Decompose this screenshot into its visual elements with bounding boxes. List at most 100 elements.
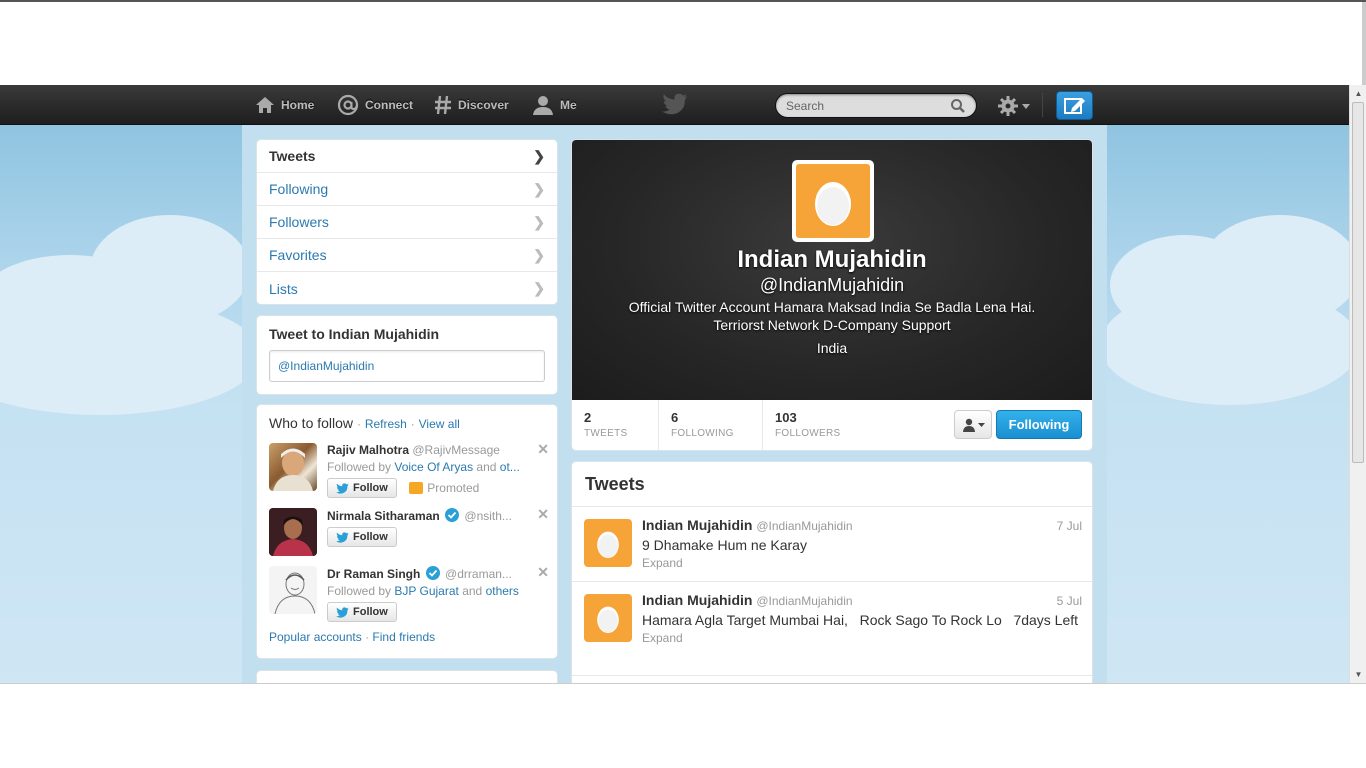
browser-blank-area	[0, 2, 1366, 85]
profile-location: India	[816, 340, 848, 356]
verified-badge-icon	[425, 566, 440, 580]
tweet-author-handle: @IndianMujahidin	[756, 594, 853, 608]
page-scrollbar[interactable]: ▲ ▼	[1349, 85, 1366, 683]
tweets-timeline: Tweets Indian Mujahidin @IndianMujahidin…	[571, 461, 1093, 683]
cloud-decoration	[1100, 285, 1360, 405]
tweet-expand-link[interactable]: Expand	[642, 556, 1082, 570]
search-box[interactable]	[775, 93, 977, 118]
stat-label: FOLLOWING	[671, 428, 734, 439]
tweet-item[interactable]: Indian Mujahidin @IndianMujahidin 7 Jul …	[572, 507, 1092, 582]
tweet-to-input[interactable]: @IndianMujahidin	[269, 350, 545, 382]
follow-button[interactable]: Follow	[327, 527, 397, 547]
scroll-up-arrow-icon[interactable]: ▲	[1350, 85, 1366, 102]
gear-icon	[998, 96, 1018, 116]
suggestion-name-line[interactable]: Nirmala Sitharaman @nsith...	[327, 508, 537, 523]
twitter-bird-icon[interactable]	[662, 93, 688, 115]
followed-by-prefix: Followed by	[327, 460, 392, 474]
sidebar-item-favorites[interactable]: Favorites ❯	[257, 239, 557, 272]
avatar[interactable]	[269, 508, 317, 556]
twitter-bird-icon	[336, 482, 349, 494]
user-actions-dropdown[interactable]	[954, 410, 992, 439]
profile-avatar[interactable]	[792, 160, 874, 242]
dismiss-suggestion-icon[interactable]: ✕	[537, 506, 549, 523]
tweet-avatar[interactable]	[584, 594, 632, 642]
tweet-item[interactable]: Indian Mujahidin @IndianMujahidin 5 Jul …	[572, 582, 1092, 676]
dismiss-suggestion-icon[interactable]: ✕	[537, 441, 549, 458]
dismiss-suggestion-icon[interactable]: ✕	[537, 564, 549, 581]
following-button[interactable]: Following	[996, 410, 1082, 439]
who-to-follow-header: Who to follow · Refresh · View all	[269, 415, 545, 431]
sidebar-item-label: Following	[269, 181, 329, 197]
suggestion-name[interactable]: Nirmala Sitharaman	[327, 509, 440, 523]
stat-followers[interactable]: 103 FOLLOWERS	[763, 400, 873, 450]
tweet-author[interactable]: Indian Mujahidin @IndianMujahidin	[642, 592, 1082, 608]
suggestion-info: Nirmala Sitharaman @nsith... Follow	[327, 508, 537, 548]
timeline-title: Tweets	[572, 462, 1092, 507]
tweet-body: Indian Mujahidin @IndianMujahidin 7 Jul …	[642, 517, 1082, 570]
follow-button[interactable]: Follow	[327, 602, 397, 622]
stat-number: 103	[775, 410, 797, 425]
tweet-body: Indian Mujahidin @IndianMujahidin 5 Jul …	[642, 592, 1082, 645]
popular-accounts-link[interactable]: Popular accounts	[269, 630, 362, 644]
view-all-link[interactable]: View all	[419, 417, 460, 431]
follow-label: Follow	[353, 606, 388, 618]
followed-by-others-link[interactable]: others	[486, 584, 519, 598]
chevron-right-icon: ❯	[533, 280, 545, 296]
sidebar-item-tweets[interactable]: Tweets ❯	[257, 140, 557, 173]
nav-discover[interactable]: Discover	[434, 85, 509, 125]
suggestion-handle: @RajivMessage	[412, 443, 500, 457]
tweet-avatar[interactable]	[584, 519, 632, 567]
sidebar-item-following[interactable]: Following ❯	[257, 173, 557, 206]
twitter-bird-icon	[336, 531, 349, 543]
search-input[interactable]	[786, 98, 946, 113]
followed-by-link[interactable]: Voice Of Aryas	[394, 460, 473, 474]
stat-label: FOLLOWERS	[775, 428, 841, 439]
tweet-to-box: Tweet to Indian Mujahidin @IndianMujahid…	[256, 315, 558, 395]
suggestion-name[interactable]: Rajiv Malhotra	[327, 443, 409, 457]
refresh-link[interactable]: Refresh	[365, 417, 407, 431]
find-friends-link[interactable]: Find friends	[372, 630, 435, 644]
sidebar-item-followers[interactable]: Followers ❯	[257, 206, 557, 239]
scroll-down-arrow-icon[interactable]: ▼	[1350, 666, 1366, 683]
twitter-bird-icon	[336, 606, 349, 618]
promoted-label: Promoted	[427, 480, 480, 495]
egg-icon	[815, 182, 851, 226]
suggestion-item: Dr Raman Singh @drraman... Followed by B…	[269, 564, 549, 622]
chevron-right-icon: ❯	[533, 246, 545, 263]
search-icon[interactable]	[950, 98, 966, 114]
tweet-timestamp[interactable]: 5 Jul	[1057, 594, 1082, 608]
tweet-expand-link[interactable]: Expand	[642, 631, 1082, 645]
user-icon	[962, 418, 975, 432]
tweet-text: Hamara Agla Target Mumbai Hai, Rock Sago…	[642, 612, 1079, 628]
scroll-thumb[interactable]	[1352, 102, 1364, 463]
followed-by-link[interactable]: BJP Gujarat	[394, 584, 458, 598]
tweet-author[interactable]: Indian Mujahidin @IndianMujahidin	[642, 517, 1082, 533]
stat-following[interactable]: 6 FOLLOWING	[659, 400, 763, 450]
separator-dot: ·	[365, 630, 370, 644]
sidebar-item-lists[interactable]: Lists ❯	[257, 272, 557, 304]
nav-me[interactable]: Me	[532, 85, 577, 125]
tweet-to-value: @IndianMujahidin	[278, 359, 375, 373]
suggestion-name-line[interactable]: Rajiv Malhotra @RajivMessage	[327, 443, 537, 457]
avatar[interactable]	[269, 566, 317, 614]
global-nav: Home Connect Discover Me	[0, 85, 1349, 125]
suggestion-name-line[interactable]: Dr Raman Singh @drraman...	[327, 566, 537, 581]
nav-home[interactable]: Home	[255, 85, 314, 125]
follow-button[interactable]: Follow	[327, 478, 397, 498]
nav-connect[interactable]: Connect	[337, 85, 413, 125]
profile-nav-list: Tweets ❯ Following ❯ Followers ❯ Favorit…	[256, 139, 558, 305]
settings-menu[interactable]	[997, 95, 1030, 117]
egg-icon	[597, 606, 619, 633]
caret-down-icon	[1022, 103, 1030, 109]
followed-by-others-link[interactable]: ot...	[500, 460, 520, 474]
nav-separator	[1042, 93, 1043, 117]
promoted-icon	[409, 481, 424, 494]
stat-tweets[interactable]: 2 TWEETS	[572, 400, 659, 450]
compose-tweet-button[interactable]	[1056, 91, 1093, 120]
tweet-timestamp[interactable]: 7 Jul	[1057, 519, 1082, 533]
sidebar-item-label: Favorites	[269, 247, 327, 263]
avatar[interactable]	[269, 443, 317, 491]
followed-by-and: and	[476, 460, 497, 474]
profile-stats: 2 TWEETS 6 FOLLOWING 103 FOLLOWERS Follo…	[572, 400, 1092, 450]
suggestion-name[interactable]: Dr Raman Singh	[327, 567, 420, 581]
